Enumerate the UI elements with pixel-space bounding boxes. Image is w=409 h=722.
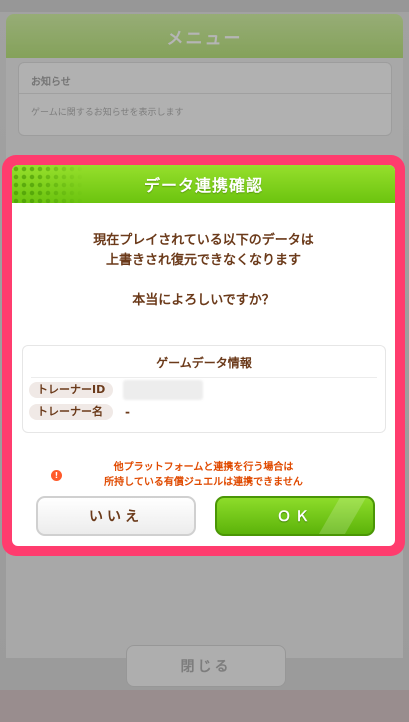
no-button-label: いいえ bbox=[89, 509, 143, 525]
dialog-message: 現在プレイされている以下のデータは 上書きされ復元できなくなります bbox=[12, 231, 395, 271]
confirm-question: 本当によろしいですか？ bbox=[132, 293, 275, 308]
game-data-info-card: ゲームデータ情報 トレーナーID トレーナー名 - bbox=[22, 345, 386, 433]
trainer-name-value: - bbox=[125, 405, 130, 419]
ok-button-label: ＯＫ bbox=[277, 509, 313, 525]
trainer-name-label: トレーナー名 bbox=[29, 404, 113, 420]
warning-text: 他プラットフォームと連携を行う場合は 所持している有償ジュエルは連携できません bbox=[12, 460, 395, 490]
no-button[interactable]: いいえ bbox=[36, 496, 196, 536]
ok-button-stripe bbox=[310, 498, 370, 534]
trainer-id-label: トレーナーID bbox=[29, 382, 113, 398]
warning-line-1: 他プラットフォームと連携を行う場合は bbox=[113, 462, 294, 473]
header-dot-pattern bbox=[12, 165, 84, 203]
message-line-1: 現在プレイされている以下のデータは bbox=[93, 233, 314, 248]
info-divider bbox=[31, 377, 377, 378]
data-link-confirm-modal: データ連携確認 現在プレイされている以下のデータは 上書きされ復元できなくなりま… bbox=[2, 155, 405, 556]
trainer-id-value-redacted bbox=[123, 380, 203, 400]
dialog-title: データ連携確認 bbox=[143, 176, 263, 195]
info-title: ゲームデータ情報 bbox=[156, 356, 252, 370]
message-line-2: 上書きされ復元できなくなります bbox=[105, 253, 301, 268]
trainer-name-row: トレーナー名 - bbox=[29, 404, 130, 420]
ok-button[interactable]: ＯＫ bbox=[215, 496, 375, 536]
warning-line-2: 所持している有償ジュエルは連携できません bbox=[104, 477, 303, 488]
dialog-header: データ連携確認 bbox=[12, 165, 395, 203]
trainer-id-row: トレーナーID bbox=[29, 380, 203, 400]
dialog-panel: データ連携確認 現在プレイされている以下のデータは 上書きされ復元できなくなりま… bbox=[12, 165, 395, 546]
